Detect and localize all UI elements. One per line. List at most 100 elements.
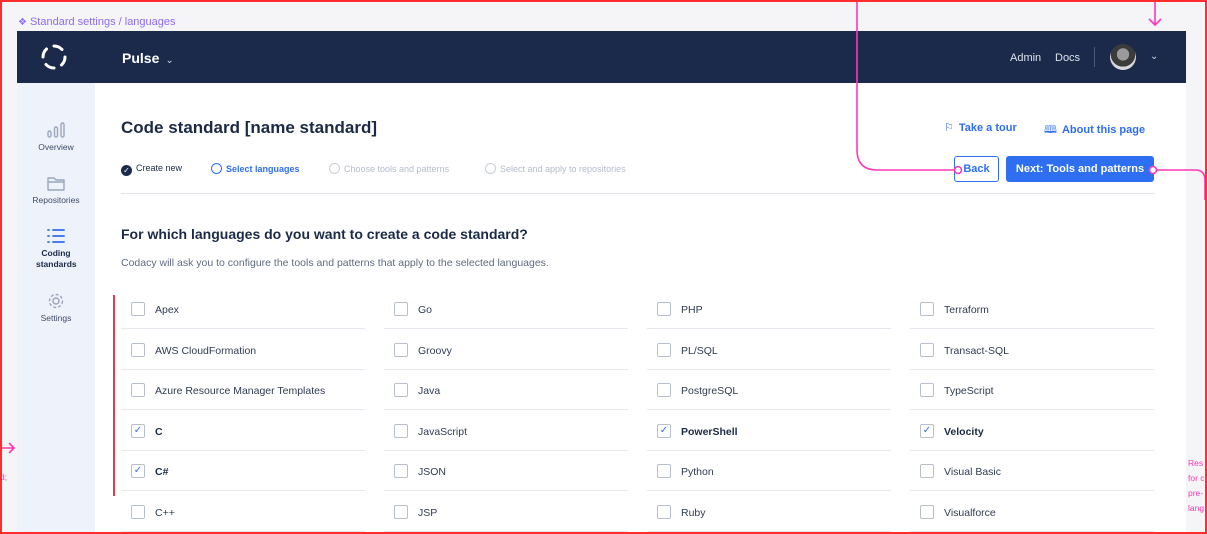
language-option[interactable]: Visual Basic [910,451,1154,491]
logo-icon[interactable] [41,44,67,70]
sidebar-item-settings[interactable]: Settings [17,292,95,324]
language-label: Python [681,466,714,478]
step-select-languages: Select languages [211,163,300,174]
next-tools-button[interactable]: Next: Tools and patterns [1006,156,1154,182]
checkbox-icon[interactable] [657,464,671,478]
language-label: Visualforce [944,506,996,519]
product-switcher[interactable]: Pulse ⌄ [122,50,174,66]
language-option[interactable]: Transact-SQL [910,330,1154,370]
sidebar-item-coding-standards[interactable]: Coding standards [17,227,95,270]
arrow-down-icon [1148,0,1162,27]
docs-link[interactable]: Docs [1055,52,1080,64]
checkbox-icon[interactable] [131,504,145,519]
about-page-label: About this page [1061,124,1146,136]
language-option[interactable]: PHP [647,289,891,329]
circle-icon [329,163,340,174]
selection-indicator [113,295,115,496]
take-tour-link[interactable]: ⚐ Take a tour [944,121,1017,134]
step-label: Select and apply to repositories [500,164,626,174]
language-option[interactable]: Azure Resource Manager Templates [121,370,365,410]
gear-icon [48,293,64,309]
language-label: AWS CloudFormation [155,344,257,357]
language-label: Groovy [418,344,452,357]
product-name: Pulse [122,50,160,66]
language-option[interactable]: PostgreSQL [647,370,891,410]
checkbox-icon[interactable] [657,383,671,397]
flag-icon: ⚐ [944,122,954,134]
divider [121,193,1154,194]
checkbox-icon[interactable] [657,302,671,316]
admin-link[interactable]: Admin [1010,52,1041,64]
checkbox-icon[interactable] [394,383,408,397]
checkbox-icon[interactable] [131,342,145,357]
language-option[interactable]: ✓ C# [121,451,365,491]
checkbox-icon[interactable] [394,423,408,438]
sidebar-item-overview[interactable]: Overview [17,121,95,153]
checkbox-icon[interactable] [131,383,145,397]
checkbox-checked-icon[interactable]: ✓ [131,423,145,438]
language-option[interactable]: JSON [384,451,628,491]
checkbox-icon[interactable] [394,464,408,478]
language-label: JSON [418,466,447,478]
language-option[interactable]: AWS CloudFormation [121,330,365,370]
sidebar-item-label: Coding standards [36,248,77,269]
checkbox-icon[interactable] [131,302,145,316]
language-option[interactable]: Python [647,451,891,491]
checkbox-checked-icon[interactable]: ✓ [131,464,145,478]
language-label: Visual Basic [944,466,1002,478]
sidebar-item-repositories[interactable]: Repositories [17,174,95,206]
annotation-note-line: for c [1188,473,1205,483]
sidebar-item-label: Repositories [32,195,80,205]
language-option[interactable]: C++ [121,492,365,532]
language-option[interactable]: ✓ PowerShell [647,411,891,451]
language-option[interactable]: Java [384,370,628,410]
checkbox-checked-icon[interactable]: ✓ [657,423,671,438]
sidebar-item-label: Overview [38,142,74,152]
checkbox-icon[interactable] [920,383,934,397]
language-option[interactable]: Groovy [384,330,628,370]
user-avatar[interactable] [1110,44,1136,70]
language-label: C++ [155,506,175,519]
language-label: Java [418,385,441,397]
circle-icon [211,163,222,174]
frame-caption: ❖ Standard settings / languages [18,16,176,28]
checkbox-icon[interactable] [657,342,671,357]
language-option[interactable]: JSP [384,492,628,532]
language-option[interactable]: PL/SQL [647,330,891,370]
language-option[interactable]: Go [384,289,628,329]
top-navbar: Pulse ⌄ Admin Docs ⌄ [17,31,1186,83]
language-label: PHP [681,304,703,316]
language-label: Go [418,304,433,316]
annotation-note-line: lang [1188,503,1205,513]
language-option[interactable]: ✓ Velocity [910,411,1154,451]
language-label: Ruby [681,506,706,519]
checkbox-icon[interactable] [394,342,408,357]
language-option[interactable]: Terraform [910,289,1154,329]
language-option[interactable]: Visualforce [910,492,1154,532]
page-title: Code standard [name standard] [121,118,377,137]
language-label: Transact-SQL [944,344,1009,357]
chevron-down-icon[interactable]: ⌄ [1150,51,1158,62]
about-page-link[interactable]: 🕮 About this page [1044,121,1145,140]
app-window: Pulse ⌄ Admin Docs ⌄ Overview Repositorie… [17,31,1186,534]
chevron-down-icon: ⌄ [165,55,174,66]
language-label: TypeScript [944,385,994,397]
back-button[interactable]: Back [954,156,999,182]
checkbox-icon[interactable] [920,302,934,316]
checkbox-icon[interactable] [394,504,408,519]
checkbox-icon[interactable] [394,302,408,316]
checkbox-checked-icon[interactable]: ✓ [920,423,934,438]
chart-bars-icon [47,122,65,138]
checkbox-icon[interactable] [920,464,934,478]
language-option[interactable]: Apex [121,289,365,329]
step-create-new: ✓ Create new [121,163,182,176]
checkbox-icon[interactable] [657,504,671,519]
language-option[interactable]: JavaScript [384,411,628,451]
annotation-note: Res for c pre- lang [1188,456,1205,516]
language-label: Terraform [944,304,989,316]
checkbox-icon[interactable] [920,342,934,357]
checkbox-icon[interactable] [920,504,934,519]
language-option[interactable]: ✓ C [121,411,365,451]
language-option[interactable]: Ruby [647,492,891,532]
language-option[interactable]: TypeScript [910,370,1154,410]
